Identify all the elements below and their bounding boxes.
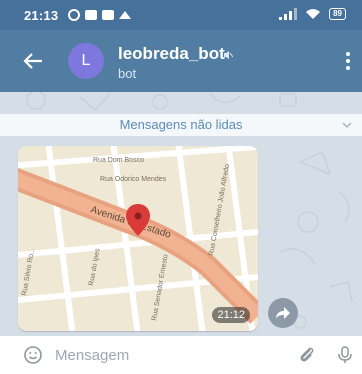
location-message[interactable]: Avenida do Estado Rua Dom Bosco Rua Odor…: [18, 146, 258, 331]
more-options-button[interactable]: [346, 52, 350, 70]
message-icon: [85, 10, 98, 20]
avatar[interactable]: L: [68, 43, 104, 79]
chat-subtitle: bot: [118, 66, 137, 81]
chat-area[interactable]: Mensagens não lidas Avenida do Estado Ru…: [0, 92, 362, 336]
warning-icon: [119, 11, 132, 19]
back-arrow-icon[interactable]: [22, 50, 44, 72]
status-bar: 21:13 89: [0, 0, 362, 30]
notification-icons: [68, 9, 132, 21]
dot-icon: [346, 52, 350, 56]
system-icons: 89: [279, 8, 346, 20]
attach-icon[interactable]: [298, 346, 316, 364]
dot-icon: [346, 59, 350, 63]
chat-title[interactable]: leobreda_bot: [118, 44, 225, 64]
message-composer: Mensagem: [0, 336, 362, 374]
signal-icon: [279, 8, 298, 20]
muted-icon: [224, 51, 233, 59]
map-street-label: Rua Odorico Mendes: [100, 176, 167, 183]
map-street-label: Rua Dom Bosco: [93, 157, 144, 164]
chat-header: L leobreda_bot bot: [0, 30, 362, 92]
map-image: Avenida do Estado Rua Dom Bosco Rua Odor…: [18, 146, 258, 331]
unread-label: Mensagens não lidas: [119, 117, 243, 132]
dot-icon: [346, 66, 350, 70]
media-icon: [102, 10, 115, 20]
clock: 21:13: [24, 7, 59, 23]
emoji-icon[interactable]: [24, 346, 42, 364]
share-button[interactable]: [268, 298, 298, 328]
alarm-icon: [68, 9, 81, 21]
chevron-down-icon[interactable]: [342, 121, 352, 129]
message-input[interactable]: Mensagem: [55, 347, 129, 364]
wifi-icon: [306, 9, 321, 19]
microphone-icon[interactable]: [338, 346, 352, 364]
message-time: 21:12: [212, 307, 250, 323]
battery-icon: 89: [329, 8, 346, 20]
share-arrow-icon: [276, 307, 290, 319]
unread-messages-banner[interactable]: Mensagens não lidas: [0, 114, 362, 136]
